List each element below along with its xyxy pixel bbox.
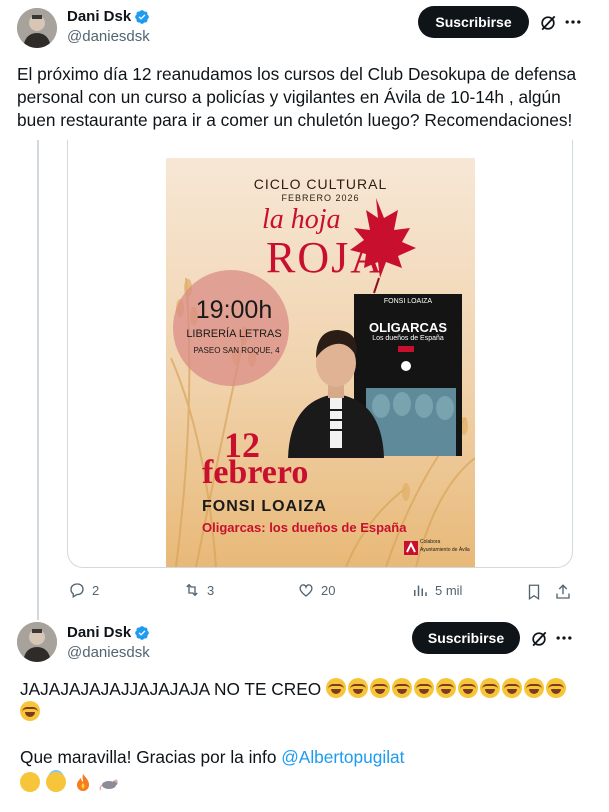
halo-face-icon <box>46 772 67 792</box>
repost-icon <box>186 583 198 597</box>
author-handle[interactable]: @daniesdsk <box>67 644 150 661</box>
subscribe-button[interactable]: Suscribirse <box>418 6 529 38</box>
laughing-emoji-icon <box>348 678 369 698</box>
book-subtitle: Los dueños de España <box>372 335 444 342</box>
bookmark-icon[interactable] <box>525 583 543 601</box>
avatar[interactable] <box>17 8 57 48</box>
action-bar: 2 3 20 5 mil <box>0 581 609 603</box>
post-text: El próximo día 12 reanudamos los cursos … <box>17 64 577 130</box>
poster-month: FEBRERO 2026 <box>281 193 360 203</box>
thread-line <box>37 140 39 620</box>
laughing-emoji-icon <box>326 678 347 698</box>
reply-icon <box>70 583 84 598</box>
sponsor-logo-icon <box>404 541 418 555</box>
verified-badge-icon <box>135 10 149 24</box>
laughing-emoji-icon <box>458 678 479 698</box>
share-icon[interactable] <box>554 583 572 601</box>
avatar-photo <box>17 622 57 662</box>
grok-icon[interactable] <box>529 629 549 649</box>
poster-address: PASEO SAN ROQUE, 4 <box>193 346 280 355</box>
avatar[interactable] <box>17 622 57 662</box>
views-button[interactable]: 5 mil <box>411 581 462 599</box>
grok-icon[interactable] <box>538 13 558 33</box>
fire-icon <box>73 772 93 792</box>
reply-button[interactable]: 2 <box>68 581 99 599</box>
book-title: OLIGARCAS <box>369 320 447 335</box>
laughing-emoji-icon <box>546 678 567 698</box>
more-icon[interactable] <box>563 12 583 32</box>
repost-button[interactable]: 3 <box>183 581 214 599</box>
views-count: 5 mil <box>435 582 463 598</box>
reply-line-1: JAJAJAJAJAJJAJAJAJA NO TE CREO <box>20 679 322 699</box>
laughing-emoji-icon <box>436 678 457 698</box>
repost-count: 3 <box>207 582 215 598</box>
like-icon <box>299 584 313 597</box>
reply-text-2: Que maravilla! Gracias por la info @Albe… <box>20 746 580 769</box>
book-author: FONSI LOAIZA <box>383 298 433 305</box>
like-count: 20 <box>321 582 336 598</box>
laughing-emoji-icon <box>392 678 413 698</box>
subscribe-button[interactable]: Suscribirse <box>412 622 520 654</box>
reply-line-2: Que maravilla! Gracias por la info <box>20 747 282 767</box>
poster-talk-title: Oligarcas: los dueños de España <box>202 520 407 535</box>
poster-cycle: CICLO CULTURAL <box>253 176 388 192</box>
reply-text: JAJAJAJAJAJJAJAJAJA NO TE CREO <box>20 678 580 724</box>
poster-venue: LIBRERÍA LETRAS <box>186 328 282 340</box>
author-name[interactable]: Dani Dsk <box>67 8 131 25</box>
laughing-emoji-icon <box>20 701 40 721</box>
event-poster-image[interactable]: CICLO CULTURAL FEBRERO 2026 la hoja ROJA… <box>166 158 475 567</box>
avatar-photo <box>17 8 57 48</box>
verified-badge-icon <box>135 626 149 640</box>
author-name[interactable]: Dani Dsk <box>67 624 131 641</box>
laughing-emoji-icon <box>480 678 501 698</box>
poster-sponsor-tag: Colabora <box>420 539 441 545</box>
poster-speaker: FONSI LOAIZA <box>202 498 327 515</box>
poster-brand-bottom: ROJA <box>266 233 385 282</box>
views-icon <box>414 585 427 596</box>
poster-month-day: febrero <box>202 454 309 491</box>
saluting-face-icon <box>20 772 40 792</box>
poster-time: 19:00h <box>195 296 273 324</box>
author-handle[interactable]: @daniesdsk <box>67 28 150 45</box>
laughing-emoji-icon <box>370 678 391 698</box>
laughing-emoji-icon <box>524 678 545 698</box>
mention-link[interactable]: @Albertopugilat <box>281 747 404 767</box>
poster-sponsor: Ayuntamiento de Ávila <box>420 547 470 553</box>
like-button[interactable]: 20 <box>297 581 335 599</box>
rat-icon <box>99 772 119 792</box>
laughing-emoji-icon <box>414 678 435 698</box>
laughing-emoji-icon <box>502 678 523 698</box>
reply-count: 2 <box>92 582 100 598</box>
emoji-row <box>20 772 121 794</box>
more-icon[interactable] <box>554 628 574 648</box>
